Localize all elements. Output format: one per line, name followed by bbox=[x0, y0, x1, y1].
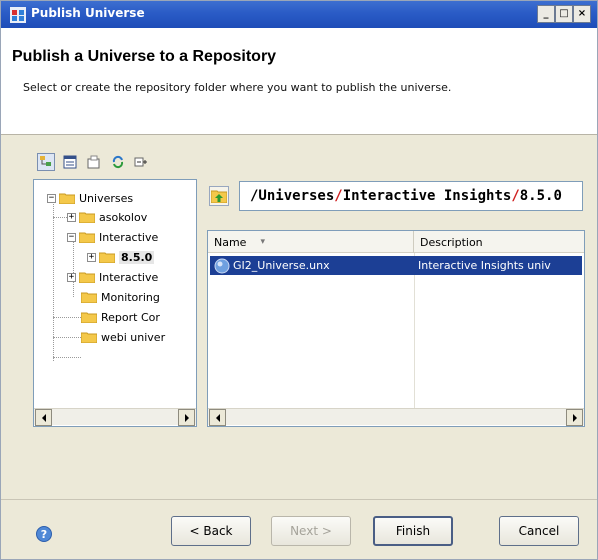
tree-node-selected[interactable]: + 8.5.0 bbox=[87, 247, 155, 267]
details-view-button[interactable] bbox=[61, 153, 79, 171]
page-title: Publish a Universe to a Repository bbox=[12, 48, 277, 65]
current-path: /Universes /Interactive Insights /8.5.0 bbox=[239, 181, 583, 211]
column-header-name[interactable]: Name ▾ bbox=[208, 231, 414, 253]
folder-icon bbox=[59, 193, 75, 204]
tree-node[interactable]: + Interactive bbox=[67, 267, 158, 287]
tree-node-label: 8.5.0 bbox=[119, 250, 155, 264]
column-header-description[interactable]: Description bbox=[414, 231, 584, 253]
cancel-button[interactable]: Cancel bbox=[499, 516, 579, 546]
refresh-button[interactable] bbox=[109, 153, 127, 171]
page-description: Select or create the repository folder w… bbox=[23, 81, 452, 94]
title-bar[interactable]: Publish Universe _ □ × bbox=[1, 1, 597, 28]
close-button[interactable]: × bbox=[573, 5, 591, 23]
table-row[interactable]: GI2_Universe.unx Interactive Insights un… bbox=[210, 256, 582, 275]
publish-universe-dialog: Publish Universe _ □ × Publish a Univers… bbox=[0, 0, 598, 560]
folder-up-icon bbox=[211, 190, 227, 203]
path-separator: / bbox=[334, 188, 343, 204]
help-icon[interactable]: ? bbox=[35, 525, 53, 543]
scroll-right-button[interactable] bbox=[566, 409, 583, 426]
scroll-right-button[interactable] bbox=[178, 409, 195, 426]
universe-file-icon bbox=[214, 258, 230, 274]
folder-icon bbox=[81, 332, 97, 343]
arrow-right-icon bbox=[184, 413, 189, 422]
universe-app-icon bbox=[10, 7, 26, 23]
universe-list[interactable]: Name ▾ Description GI2_Universe.unx Inte… bbox=[207, 230, 585, 427]
tree-node-root[interactable]: − Universes bbox=[47, 188, 133, 208]
tree-node[interactable]: Monitoring bbox=[81, 287, 160, 307]
hierarchy-icon bbox=[40, 156, 51, 166]
scroll-left-button[interactable] bbox=[209, 409, 226, 426]
folder-tree[interactable]: − Universes + asokolov − Interactive + 8… bbox=[33, 179, 197, 427]
wizard-header: Publish a Universe to a Repository Selec… bbox=[1, 28, 597, 135]
tree-toolbar bbox=[37, 153, 151, 171]
list-header: Name ▾ Description bbox=[208, 231, 584, 253]
folder-icon bbox=[79, 212, 95, 223]
minimize-button[interactable]: _ bbox=[537, 5, 555, 23]
tree-horizontal-scrollbar[interactable] bbox=[34, 408, 196, 426]
row-name: GI2_Universe.unx bbox=[233, 259, 330, 272]
up-folder-button[interactable] bbox=[209, 186, 229, 206]
folder-icon bbox=[79, 232, 95, 243]
refresh-icon bbox=[112, 155, 124, 169]
folder-icon bbox=[81, 312, 97, 323]
new-folder-button[interactable] bbox=[85, 153, 103, 171]
tree-node[interactable]: − Interactive bbox=[67, 227, 158, 247]
path-separator: / bbox=[511, 188, 520, 204]
folder-icon bbox=[99, 252, 115, 263]
tree-node-label: Monitoring bbox=[101, 290, 160, 304]
expand-toggle[interactable]: + bbox=[67, 272, 76, 282]
tree-node-label: asokolov bbox=[99, 210, 148, 224]
path-segment: /8.5.0 bbox=[511, 188, 562, 204]
expand-toggle[interactable]: + bbox=[87, 252, 96, 262]
window-title: Publish Universe bbox=[31, 6, 145, 20]
arrow-left-icon bbox=[215, 413, 220, 422]
arrow-left-icon bbox=[41, 413, 46, 422]
finish-button[interactable]: Finish bbox=[373, 516, 453, 546]
details-view-icon bbox=[63, 155, 77, 169]
new-folder-icon bbox=[87, 155, 100, 169]
sort-descending-icon: ▾ bbox=[260, 237, 265, 247]
list-horizontal-scrollbar[interactable] bbox=[208, 408, 584, 426]
tree-node[interactable]: webi univer bbox=[81, 327, 165, 347]
folder-icon bbox=[79, 272, 95, 283]
row-description: Interactive Insights univ bbox=[418, 259, 551, 272]
tree-node-label: Universes bbox=[79, 191, 134, 205]
back-button[interactable]: < Back bbox=[171, 516, 251, 546]
tree-node-label: Interactive bbox=[99, 270, 159, 284]
tree-node-label: Interactive bbox=[99, 230, 159, 244]
expand-toggle[interactable]: + bbox=[67, 212, 76, 222]
next-button[interactable]: Next > bbox=[271, 516, 351, 546]
scroll-left-button[interactable] bbox=[35, 409, 52, 426]
tree-node[interactable]: Report Cor bbox=[81, 307, 160, 327]
path-segment: /Universes bbox=[250, 188, 335, 204]
tree-node-label: Report Cor bbox=[101, 310, 160, 324]
footer-divider bbox=[1, 499, 597, 500]
hierarchy-view-button[interactable] bbox=[37, 153, 55, 171]
tree-node[interactable]: + asokolov bbox=[67, 207, 147, 227]
svg-text:?: ? bbox=[41, 528, 47, 541]
folder-icon bbox=[81, 292, 97, 303]
maximize-button[interactable]: □ bbox=[555, 5, 573, 23]
expand-collapse-icon bbox=[134, 157, 147, 167]
arrow-right-icon bbox=[572, 413, 577, 422]
tree-node-label: webi univer bbox=[101, 330, 166, 344]
collapse-toggle[interactable]: − bbox=[47, 193, 56, 203]
collapse-all-button[interactable] bbox=[133, 153, 151, 171]
path-segment: /Interactive Insights bbox=[334, 188, 512, 204]
collapse-toggle[interactable]: − bbox=[67, 232, 76, 242]
